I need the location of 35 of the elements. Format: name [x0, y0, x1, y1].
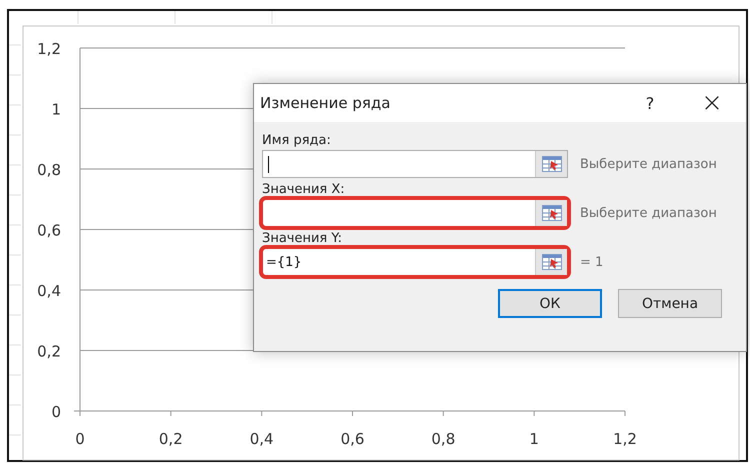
x-tick-label: 1,2: [613, 430, 637, 448]
close-button[interactable]: ×: [688, 86, 736, 120]
range-hint: Выберите диапазон: [580, 206, 717, 220]
help-button[interactable]: ?: [626, 86, 674, 120]
range-select-button[interactable]: [535, 249, 567, 275]
range-hint: = 1: [580, 254, 604, 270]
x-tick-label: 0: [75, 430, 85, 448]
y-tick-label: 0,2: [37, 342, 61, 360]
field-label: Имя ряда:: [262, 132, 332, 149]
y-tick-label: 0,4: [37, 282, 61, 300]
y-tick-label: 0,6: [37, 222, 61, 240]
range-select-icon: [542, 156, 562, 172]
x-tick-label: 0,6: [340, 430, 364, 448]
range-select-icon: [542, 254, 562, 270]
text-cursor: [268, 156, 269, 173]
x-tick-label: 1: [529, 430, 539, 448]
range-select-button[interactable]: [535, 200, 567, 226]
field-label: Значения X:: [262, 181, 346, 198]
field-label: Значения Y:: [262, 230, 343, 247]
ok-button[interactable]: ОК: [498, 289, 602, 318]
x-tick-label: 0,2: [158, 430, 183, 448]
range-hint: Выберите диапазон: [580, 156, 717, 172]
y-tick-label: 0,8: [37, 161, 61, 179]
y-tick-label: 0: [51, 403, 61, 421]
highlighted-input-field[interactable]: [259, 196, 571, 230]
x-tick-label: 0,8: [431, 430, 456, 448]
cancel-button[interactable]: Отмена: [618, 289, 722, 318]
dialog-title: Изменение ряда: [260, 94, 392, 112]
highlighted-input-field[interactable]: ={1}: [259, 245, 571, 279]
y-tick-label: 1,2: [37, 40, 61, 58]
x-tick-label: 0,4: [250, 430, 274, 448]
y-tick-label: 1: [51, 100, 61, 118]
range-select-button[interactable]: [535, 151, 567, 177]
input-field[interactable]: [262, 150, 568, 178]
range-select-icon: [542, 205, 562, 221]
